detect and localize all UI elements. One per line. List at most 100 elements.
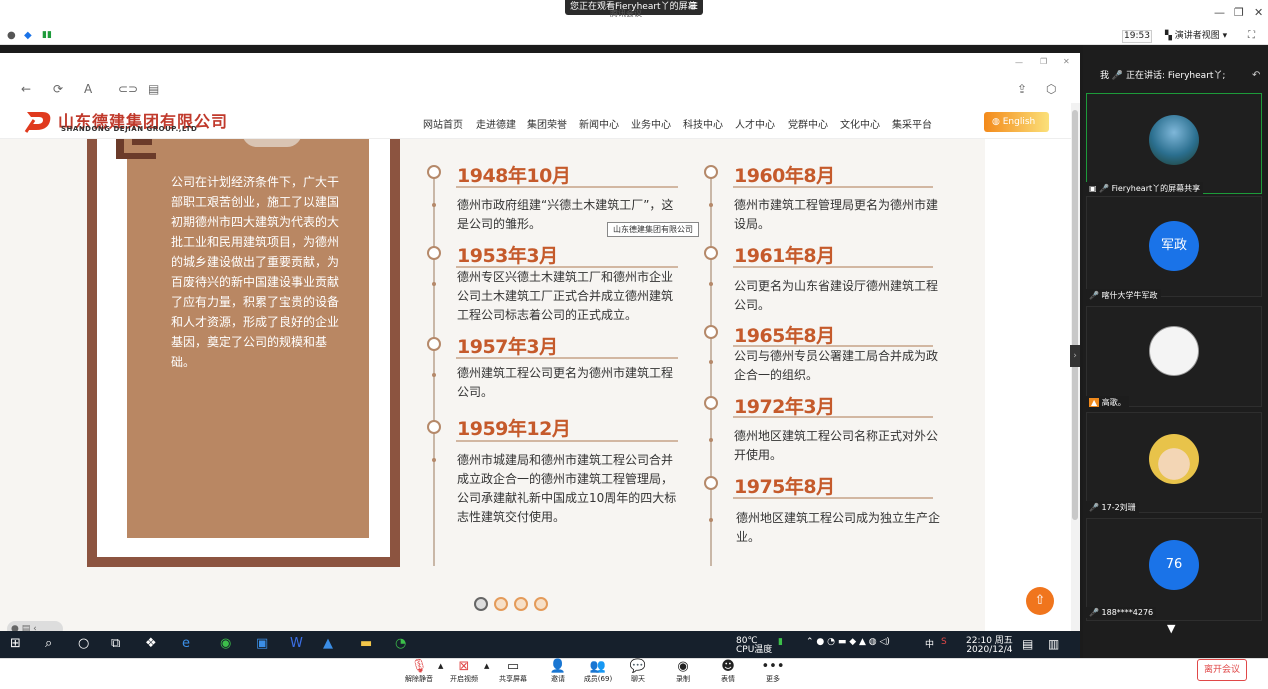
video-app-icon[interactable]: ▣	[256, 636, 268, 651]
participant-name: 🎤 喀什大学牛军政	[1086, 289, 1161, 302]
folder-icon[interactable]: ▬	[360, 636, 372, 651]
timeline-underline	[733, 266, 933, 268]
clock[interactable]: 22:10 周五 2020/12/4	[966, 637, 1013, 655]
info-icon[interactable]: ●	[7, 30, 16, 41]
participant-name-text: 喀什大学牛军政	[1101, 291, 1158, 300]
nav-procurement[interactable]: 集采平台	[892, 116, 932, 131]
task-view-icon[interactable]: ⧉	[111, 636, 120, 651]
tray-icons[interactable]: ⌃ ● ◔ ▬ ◆ ▲ ◍ ◁)	[806, 637, 890, 647]
cortana-icon[interactable]: ○	[78, 636, 89, 651]
nav-about[interactable]: 走进德建	[476, 116, 516, 131]
nav-business[interactable]: 业务中心	[631, 116, 671, 131]
timeline-year: 1960年8月	[734, 165, 835, 187]
chat-icon: 💬	[629, 659, 647, 674]
browser-icon[interactable]: ◉	[220, 636, 231, 651]
action-center-icon[interactable]: ▤	[1022, 637, 1033, 651]
edge-icon[interactable]: e	[182, 636, 190, 651]
english-button[interactable]: ◍ English	[984, 112, 1049, 132]
photos-icon[interactable]: ▲	[323, 636, 333, 651]
collapse-arrow-icon[interactable]: ↶	[1252, 70, 1260, 81]
close-icon[interactable]: ✕	[1254, 6, 1263, 19]
timeline-dot	[432, 203, 436, 207]
browser-restore-icon[interactable]: ❐	[1040, 57, 1047, 66]
link-icon[interactable]: ⊂⊃	[118, 82, 138, 96]
start-video-button[interactable]: ⊠ 开启视频	[444, 660, 484, 684]
browser-close-icon[interactable]: ✕	[1063, 57, 1070, 66]
timeline-underline	[733, 497, 933, 499]
search-icon[interactable]: ⌕	[45, 636, 52, 651]
leave-meeting-button[interactable]: 离开会议	[1197, 659, 1247, 681]
emoji-button[interactable]: ☻ 表情	[708, 660, 748, 684]
nav-honors[interactable]: 集团荣誉	[527, 116, 567, 131]
nav-news[interactable]: 新闻中心	[579, 116, 619, 131]
app-icon[interactable]: ❖	[145, 636, 157, 651]
restore-icon[interactable]: ❐	[1234, 6, 1244, 19]
word-icon[interactable]: W	[290, 636, 303, 651]
meeting-timer: 19:53	[1122, 30, 1152, 43]
unmute-button[interactable]: 🎙 解除静音	[399, 660, 439, 684]
minimize-icon[interactable]: —	[1214, 6, 1225, 19]
members-button[interactable]: 👥 成员(69)	[578, 660, 618, 684]
chat-label: 聊天	[631, 675, 645, 683]
record-button[interactable]: ◉ 录制	[663, 660, 703, 684]
cube-icon[interactable]: ⬡	[1046, 82, 1056, 96]
nav-home[interactable]: 网站首页	[423, 116, 463, 131]
banner-menu-icon[interactable]: ☰	[690, 0, 698, 15]
page-dot[interactable]	[514, 597, 528, 611]
timeline-year: 1948年10月	[457, 165, 571, 187]
timeline-desc: 德州专区兴德土木建筑工厂和德州市企业公司土木建筑工厂正式合并成立德州建筑工程公司…	[457, 270, 674, 322]
notification-icon[interactable]: ▥	[1048, 637, 1059, 651]
page-dot-active[interactable]	[474, 597, 488, 611]
clock-date: 2020/12/4	[966, 645, 1013, 655]
nav-talent[interactable]: 人才中心	[735, 116, 775, 131]
unmute-label: 解除静音	[405, 675, 433, 683]
panel-collapse-icon[interactable]: ›	[1070, 345, 1080, 367]
more-button[interactable]: ••• 更多	[753, 660, 793, 684]
signal-icon[interactable]: ▮▮	[42, 30, 52, 40]
timeline-dot	[709, 518, 713, 522]
share-icon[interactable]: ⇪	[1017, 82, 1027, 96]
timeline-underline	[733, 416, 933, 418]
scroll-down-icon[interactable]: ▼	[1167, 622, 1175, 635]
ime-indicator[interactable]: 中	[925, 637, 934, 650]
participant-name: 🎤 17-2刘珊	[1086, 501, 1139, 514]
nav-tech[interactable]: 科技中心	[683, 116, 723, 131]
scrollbar-thumb[interactable]	[1072, 110, 1078, 520]
chat-button[interactable]: 💬 聊天	[618, 660, 658, 684]
nav-party[interactable]: 党群中心	[788, 116, 828, 131]
antivirus-icon[interactable]: S	[941, 637, 947, 647]
more-label: 更多	[766, 675, 780, 683]
browser-minimize-icon[interactable]: —	[1015, 58, 1023, 67]
mic-options-icon[interactable]: ▲	[438, 662, 443, 670]
avatar: 军政	[1149, 221, 1199, 271]
speaker-view-button[interactable]: ▚ 演讲者视图 ▾	[1165, 30, 1237, 43]
share-screen-label: 共享屏幕	[499, 675, 527, 683]
timeline-right-line	[710, 172, 712, 566]
wechat-icon[interactable]: ◔	[395, 636, 406, 651]
cpu-temp: 80℃ CPU温度	[736, 637, 772, 655]
refresh-icon[interactable]: ⟳	[53, 82, 63, 96]
windows-start-icon[interactable]: ⊞	[10, 636, 21, 651]
share-screen-button[interactable]: ▭ 共享屏幕	[493, 660, 533, 684]
timeline-year: 1972年3月	[734, 396, 835, 418]
invite-button[interactable]: 👤 邀请	[538, 660, 578, 684]
page-dot[interactable]	[494, 597, 508, 611]
reader-icon[interactable]: ▤	[148, 82, 159, 96]
nav-culture[interactable]: 文化中心	[840, 116, 880, 131]
cpu-temp-label: CPU温度	[736, 645, 773, 655]
participant-name: ▲ 高歌。	[1086, 396, 1129, 409]
timeline-node	[427, 337, 441, 351]
windows-taskbar	[0, 631, 1080, 658]
back-to-top-icon[interactable]: ⇧	[1026, 587, 1054, 615]
timeline-underline	[456, 186, 678, 188]
page-dot[interactable]	[534, 597, 548, 611]
timeline-dot	[709, 360, 713, 364]
share-screen-icon: ▭	[506, 659, 520, 674]
timeline-node	[704, 246, 718, 260]
video-options-icon[interactable]: ▲	[484, 662, 489, 670]
font-icon[interactable]: A	[84, 82, 92, 96]
content-right-margin	[985, 139, 1071, 631]
fullscreen-icon[interactable]: ⛶	[1248, 30, 1255, 41]
security-shield-icon[interactable]: ◆	[24, 30, 32, 41]
back-icon[interactable]: ←	[21, 82, 31, 96]
